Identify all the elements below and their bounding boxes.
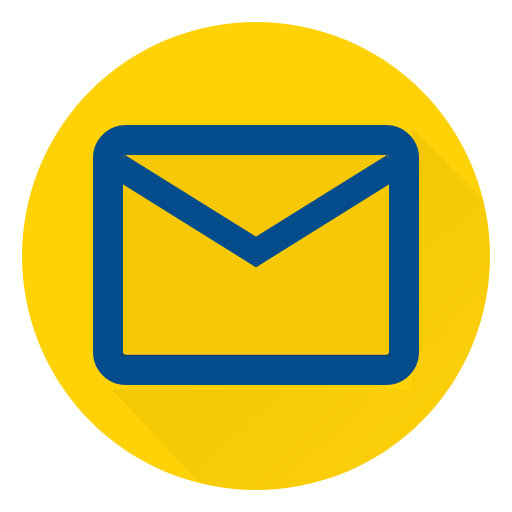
mail-app-icon-graphic xyxy=(22,22,490,490)
envelope-inner-shadow xyxy=(121,354,391,356)
app-icon xyxy=(0,0,512,512)
